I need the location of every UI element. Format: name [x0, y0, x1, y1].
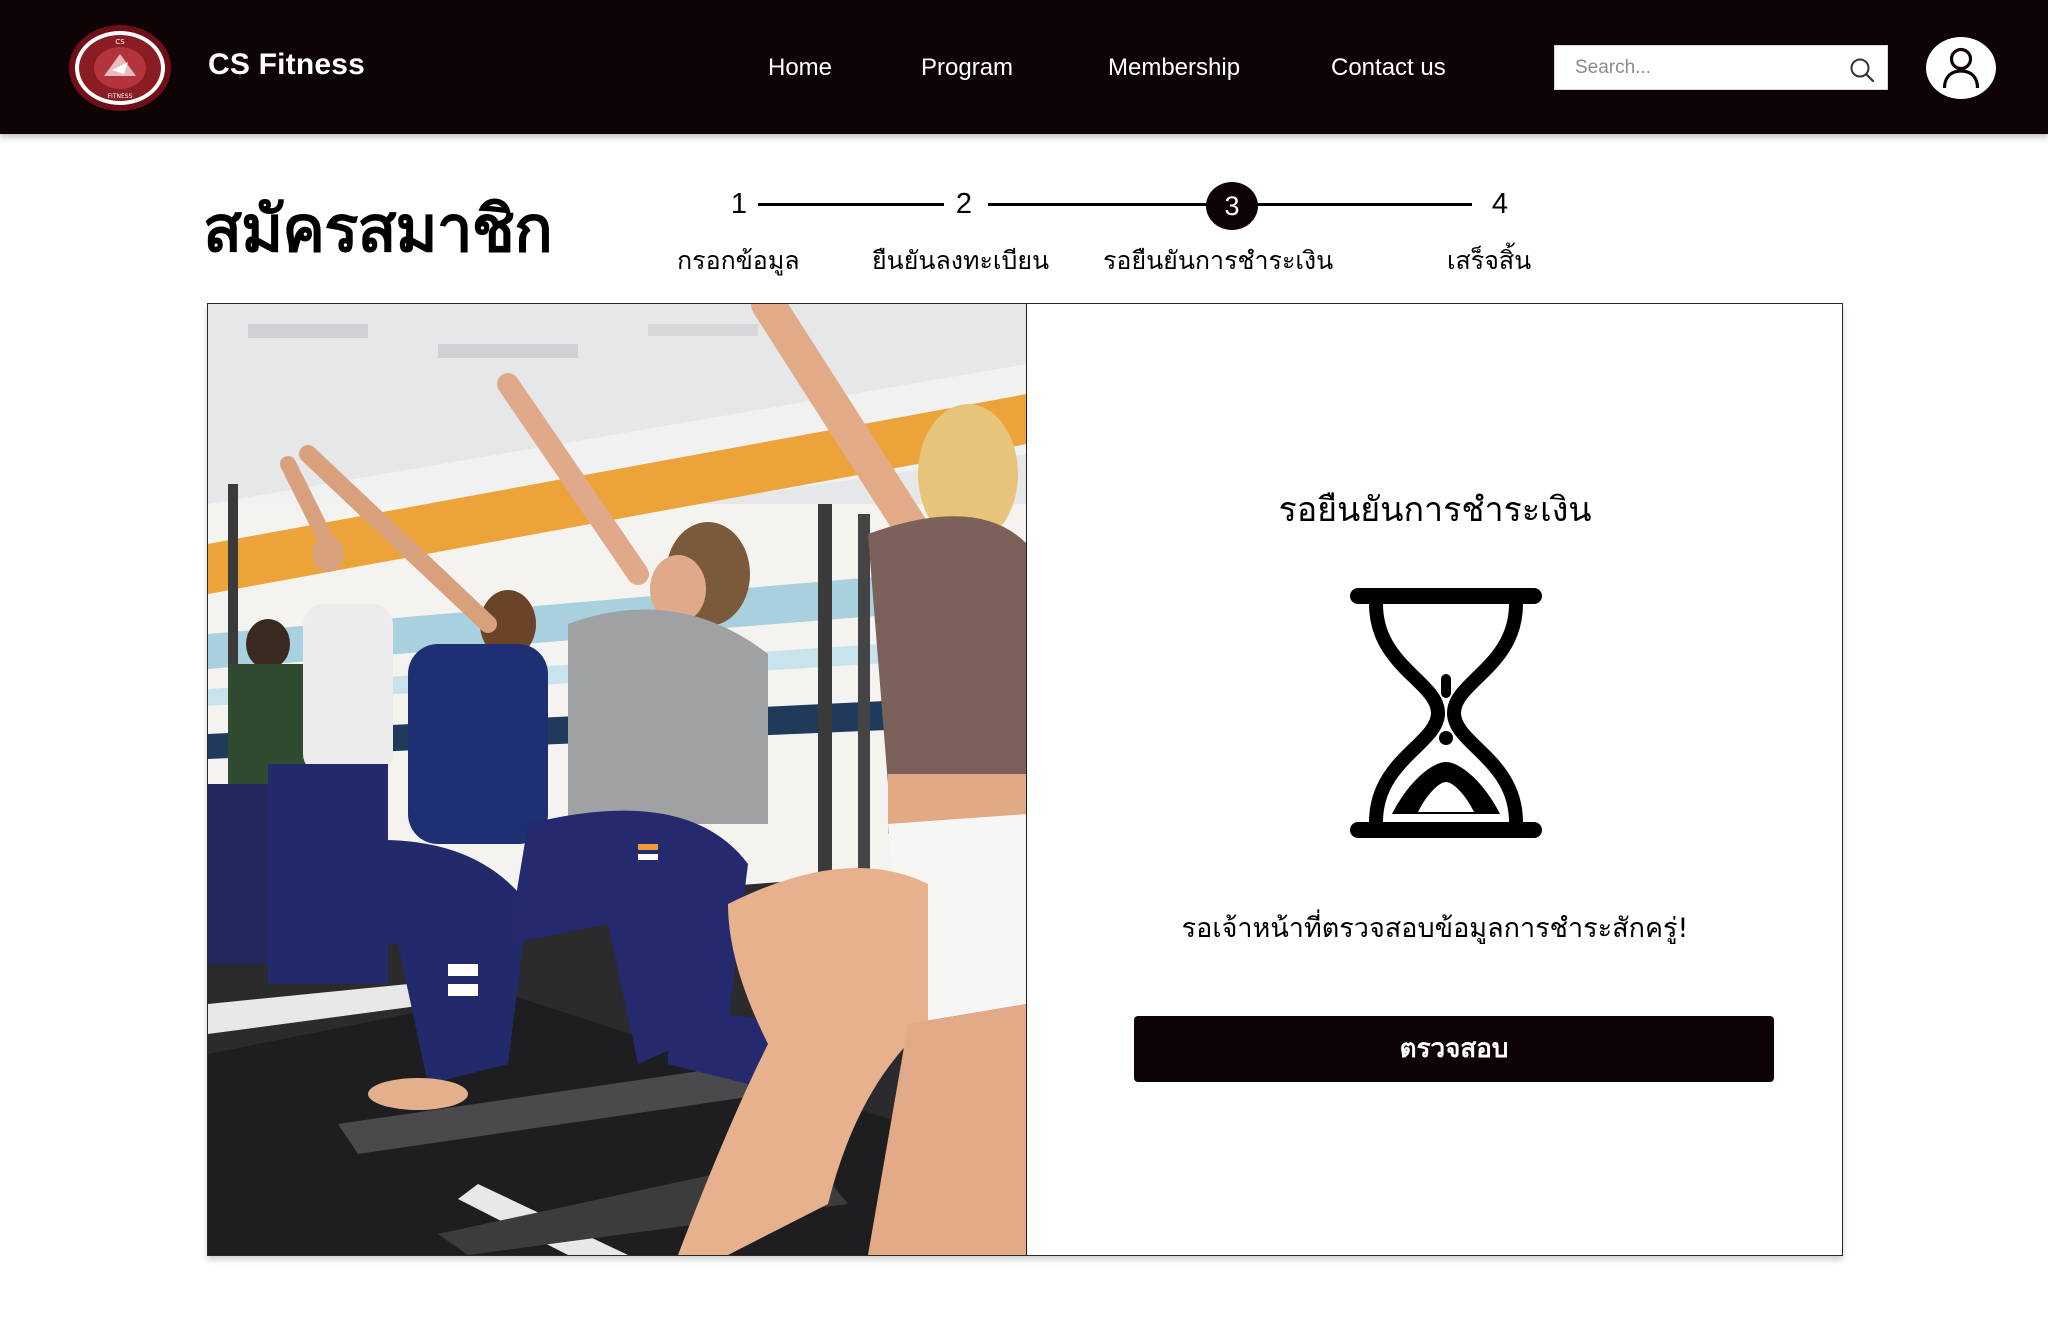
nav-membership[interactable]: Membership: [1108, 54, 1240, 82]
step-3-number-active: 3: [1206, 182, 1258, 230]
svg-text:CS: CS: [115, 38, 125, 46]
check-status-button[interactable]: ตรวจสอบ: [1134, 1016, 1774, 1082]
search-box: [1554, 45, 1888, 90]
nav-home[interactable]: Home: [768, 54, 832, 82]
step-connector: [1256, 203, 1472, 206]
nav-contact-us[interactable]: Contact us: [1331, 54, 1446, 82]
step-1-number: 1: [730, 188, 748, 220]
step-connector: [988, 203, 1210, 206]
step-3-label: รอยืนยันการชำระเงิน: [1103, 246, 1334, 275]
page-title: สมัครสมาชิก: [203, 193, 553, 267]
step-1-label: กรอกข้อมูล: [677, 246, 800, 275]
nav-program[interactable]: Program: [921, 54, 1013, 82]
brand-logo-icon[interactable]: CS FITNESS: [68, 24, 172, 112]
status-title: รอยืนยันการชำระเงิน: [1278, 490, 1592, 530]
step-4-label: เสร็จสิ้น: [1447, 246, 1532, 275]
hourglass-icon: [1348, 586, 1544, 840]
step-2-label: ยืนยันลงทะเบียน: [872, 246, 1050, 275]
step-connector: [758, 203, 944, 206]
user-icon: [1942, 47, 1980, 89]
search-icon[interactable]: [1848, 56, 1876, 84]
search-input[interactable]: [1555, 46, 1845, 89]
step-4-number: 4: [1491, 188, 1509, 220]
fitness-class-photo: [208, 304, 1027, 1255]
svg-text:FITNESS: FITNESS: [108, 93, 133, 100]
payment-status-card: รอยืนยันการชำระเงิน รอเจ้าหน้าที่ตรวจสอบ…: [207, 303, 1843, 1256]
user-avatar-button[interactable]: [1926, 37, 1996, 99]
brand-name: CS Fitness: [208, 48, 366, 81]
status-message: รอเจ้าหน้าที่ตรวจสอบข้อมูลการชำระสักครู่…: [1181, 913, 1689, 944]
step-2-number: 2: [955, 188, 973, 220]
top-navbar: CS FITNESS CS Fitness Home Program Membe…: [0, 0, 2048, 134]
